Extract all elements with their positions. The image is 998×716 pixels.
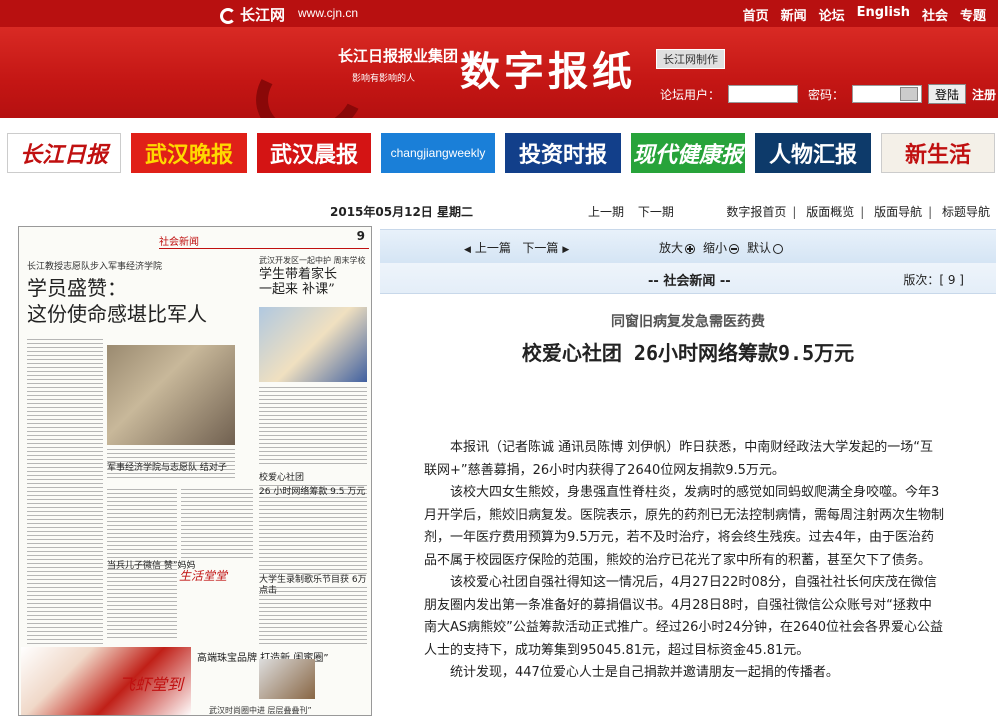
- thumb-sub-headline[interactable]: 军事经济学院与志愿队 结对子: [107, 463, 227, 474]
- zoom-out-button[interactable]: 缩小: [703, 239, 740, 256]
- prev-issue-link[interactable]: 上一期: [588, 205, 624, 219]
- zoom-default-button[interactable]: 默认: [747, 239, 784, 256]
- slogan: 影响有影响的人: [352, 74, 416, 84]
- thumb-left-headline[interactable]: 学员盛赞： 这份使命感堪比军人: [27, 275, 207, 327]
- thumb-sub-headline[interactable]: 大学生录制歌乐节目获 6万点击: [259, 575, 371, 597]
- page-nav-link[interactable]: 版面导航: [874, 205, 922, 219]
- pwd-label: 密码：: [808, 87, 845, 102]
- thumb-sub-headline[interactable]: 校爱心社团: [259, 473, 304, 484]
- banner-title: 数字报纸: [460, 49, 636, 95]
- paper-new-life[interactable]: 新生活: [881, 133, 995, 173]
- article-kicker: 同窗旧病复发急需医药费: [611, 314, 765, 330]
- thumb-photo-students: [259, 307, 367, 382]
- thumb-photo-jewelry: [259, 659, 315, 699]
- prev-arrow-icon: ◀: [464, 245, 471, 255]
- article-toolbar: ◀ 上一篇 下一篇 ▶ 放大 缩小 默认: [380, 229, 996, 264]
- nav-society[interactable]: 社会: [922, 5, 948, 24]
- next-issue-link[interactable]: 下一期: [638, 205, 674, 219]
- issue-date: 2015年05月12日 星期二: [330, 205, 473, 219]
- cjn-logo-icon: [220, 8, 236, 24]
- nav-topics[interactable]: 专题: [960, 5, 986, 24]
- paper-changjiang-weekly[interactable]: changjiangweekly: [381, 133, 495, 173]
- paper-wuhan-evening[interactable]: 武汉晚报: [131, 133, 247, 173]
- thumb-footer: 武汉时尚圈中进 层层叠叠刊”: [209, 706, 312, 715]
- article-paragraph: 统计发现，447位爱心人士是自己捐款并邀请朋友一起捐的传播者。: [450, 665, 839, 680]
- paper-wuhan-morning[interactable]: 武汉晨报: [257, 133, 371, 173]
- article-body: 本报讯（记者陈诚 通讯员陈博 刘伊帆）昨日获悉，中南财经政法大学发起的一场“互联…: [424, 437, 944, 685]
- article-paragraph: 该校爱心社团自强社得知这一情况后，4月27日22时08分，自强社社长何庆茂在微信…: [424, 575, 944, 658]
- next-article-link[interactable]: 下一篇: [522, 241, 558, 255]
- username-input[interactable]: [728, 85, 799, 103]
- issue-nav: 上一期 下一期: [588, 203, 684, 220]
- nav-home[interactable]: 首页: [743, 5, 769, 24]
- zoom-in-button[interactable]: 放大: [659, 239, 696, 256]
- digital-home-link[interactable]: 数字报首页: [726, 205, 786, 219]
- section-title: -- 社会新闻 --: [648, 274, 731, 289]
- thumb-section: 社会新闻: [159, 233, 369, 249]
- article-panel: ◀ 上一篇 下一篇 ▶ 放大 缩小 默认 -- 社会新闻 -- 版次：[ 9 ] 同…: [380, 229, 996, 716]
- site-logo[interactable]: 长江网: [220, 4, 285, 25]
- paper-links: 长江日报 武汉晚报 武汉晨报 changjiangweekly 投资时报 现代健…: [7, 133, 997, 173]
- keyboard-icon[interactable]: [900, 87, 919, 101]
- nav-english[interactable]: English: [857, 5, 910, 24]
- thumb-text-block: [259, 485, 367, 575]
- thumb-page-number: 9: [356, 229, 365, 243]
- page-overview-link[interactable]: 版面概览: [806, 205, 854, 219]
- next-arrow-icon: ▶: [562, 245, 570, 255]
- login-form: 论坛用户： 密码： 登陆 注册: [660, 84, 996, 104]
- thumb-left-kicker: 长江教授志愿队步入军事经济学院: [27, 262, 163, 272]
- page-version: 版次：[ 9 ]: [903, 273, 964, 287]
- nav-news[interactable]: 新闻: [781, 5, 807, 24]
- circle-icon: [773, 244, 784, 254]
- thumb-text-block: [259, 387, 367, 467]
- thumb-ad-text: 飞虾堂到: [119, 675, 184, 694]
- register-link[interactable]: 注册: [972, 86, 996, 103]
- top-bar: 长江网 www.cjn.cn 首页 新闻 论坛 English 社会 专题: [0, 0, 998, 27]
- maker-badge: 长江网制作: [656, 49, 725, 69]
- top-nav: 首页 新闻 论坛 English 社会 专题: [743, 5, 986, 24]
- thumb-sub-headline[interactable]: 26 小时网络筹款 9.5 万元: [259, 487, 365, 498]
- group-name: 长江日报报业集团: [338, 47, 459, 65]
- thumb-text-block: [27, 339, 103, 649]
- nav-forum[interactable]: 论坛: [819, 5, 845, 24]
- thumb-brand: 生活堂堂: [179, 569, 228, 583]
- paper-changjiang-daily[interactable]: 长江日报: [7, 133, 121, 173]
- thumb-text-block: [181, 489, 253, 559]
- article-nav: ◀ 上一篇 下一篇 ▶: [464, 239, 573, 256]
- thumb-photo-classroom: [107, 345, 235, 445]
- thumb-right-kicker: 武汉开发区一起中护 周末学校: [259, 256, 366, 265]
- login-button[interactable]: 登陆: [928, 84, 967, 104]
- site-url: www.cjn.cn: [298, 6, 359, 20]
- article-paragraph: 本报讯（记者陈诚 通讯员陈博 刘伊帆）昨日获悉，中南财经政法大学发起的一场“互联…: [424, 440, 934, 478]
- user-label: 论坛用户：: [660, 87, 721, 102]
- prev-article-link[interactable]: 上一篇: [475, 241, 511, 255]
- paper-modern-health[interactable]: 现代健康报: [631, 133, 745, 173]
- section-bar: -- 社会新闻 -- 版次：[ 9 ]: [380, 263, 996, 294]
- page-thumbnail[interactable]: 社会新闻 9 长江教授志愿队步入军事经济学院 学员盛赞： 这份使命感堪比军人 武汉…: [18, 226, 372, 716]
- title-nav-link[interactable]: 标题导航: [942, 205, 990, 219]
- article-paragraph: 该校大四女生熊姣，身患强直性脊柱炎，发病时的感觉如同蚂蚁爬满全身咬噬。今年3月开…: [424, 485, 945, 568]
- plus-circle-icon: [685, 244, 696, 254]
- article-headline: 校爱心社团 26小时网络筹款9.5万元: [521, 341, 855, 365]
- thumb-right-headline[interactable]: 学生带着家长 一起来 补课”: [259, 267, 337, 297]
- zoom-controls: 放大 缩小 默认: [659, 239, 784, 256]
- paper-investment-times[interactable]: 投资时报: [505, 133, 621, 173]
- minus-circle-icon: [729, 244, 740, 254]
- paper-people[interactable]: 人物汇报: [755, 133, 871, 173]
- banner: 长江日报报业集团 影响有影响的人 数字报纸 长江网制作 论坛用户： 密码： 登陆…: [0, 27, 998, 118]
- site-nav: 数字报首页 | 版面概览 | 版面导航 | 标题导航: [726, 205, 990, 219]
